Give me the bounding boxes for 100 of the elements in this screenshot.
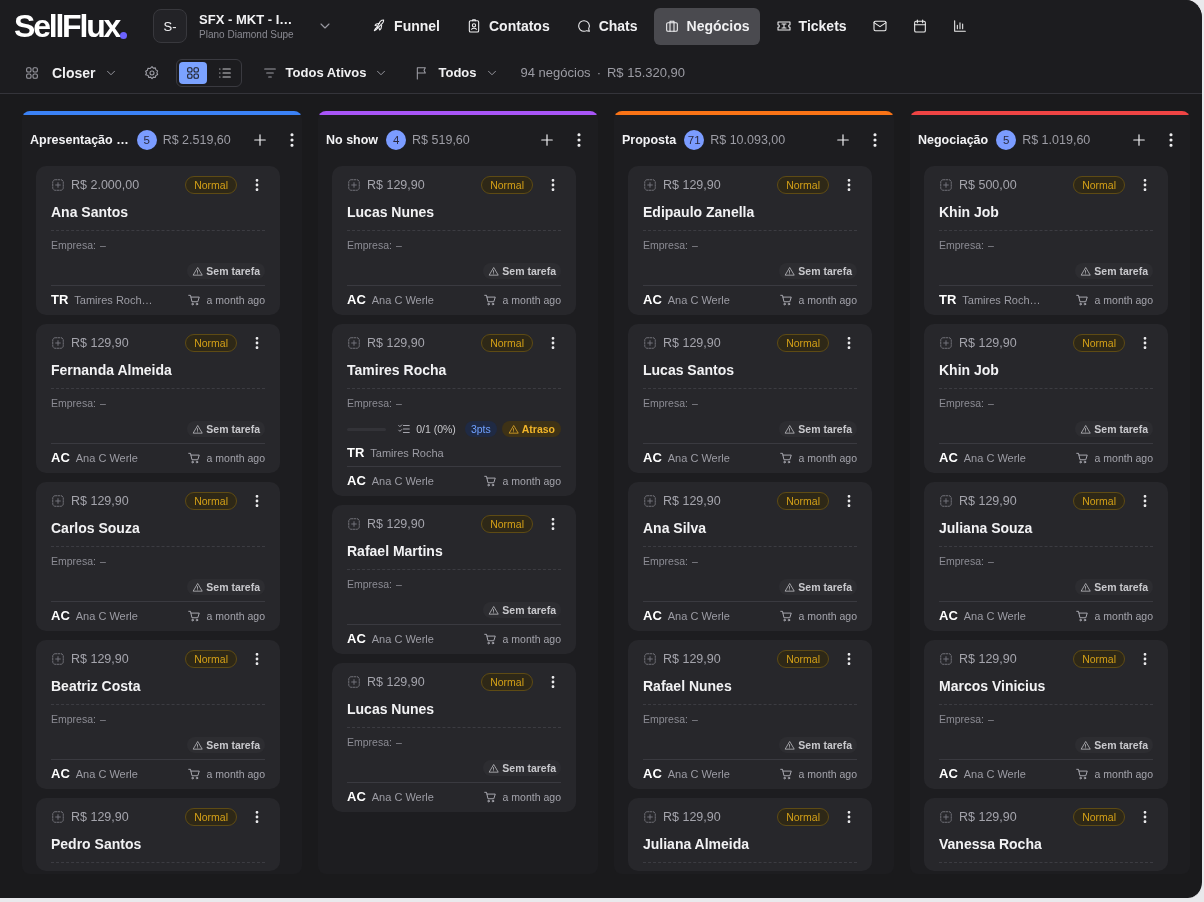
task-tag: Sem tarefa <box>483 760 561 776</box>
task-tag: Sem tarefa <box>779 421 857 437</box>
cart-icon <box>778 608 793 623</box>
warning-icon <box>1080 423 1092 435</box>
column-title: Negociação <box>918 133 989 147</box>
deal-card[interactable]: R$ 129,90 Normal Tamires Rocha Empresa: – 0/1 (0%) 3pts Atraso TR Tamires Rocha AC Ana C Werle a month ago <box>332 324 576 496</box>
deal-count: 94 negócios <box>520 65 591 80</box>
nav-tab[interactable]: Chats <box>565 7 648 45</box>
time-ago: a month ago <box>502 632 561 645</box>
deal-value: R$ 129,90 <box>663 178 721 192</box>
owner-initials: AC <box>939 766 958 781</box>
company-label: Empresa: <box>939 555 984 567</box>
deal-name: Fernanda Almeida <box>51 362 173 378</box>
deal-card[interactable]: R$ 129,90 Normal Lucas Nunes Empresa: – Sem tarefa AC Ana C Werle a month ago <box>332 663 576 812</box>
task-tag: Sem tarefa <box>187 579 265 595</box>
nav-tab[interactable]: Negócios <box>653 7 760 45</box>
add-box-icon <box>643 652 657 666</box>
time-ago: a month ago <box>502 474 561 487</box>
nav-tab[interactable]: Funnel <box>361 7 450 45</box>
deal-name: Rafael Martins <box>347 543 444 559</box>
pipeline-selector[interactable]: Closer <box>24 64 118 81</box>
deal-card[interactable]: R$ 129,90 Normal Fernanda Almeida Empresa: – Sem tarefa AC Ana C Werle a month ago <box>36 324 280 473</box>
deal-value: R$ 129,90 <box>367 178 425 192</box>
cart-icon <box>1074 608 1089 623</box>
count-badge: 71 <box>684 130 705 150</box>
deal-card[interactable]: R$ 129,90 Normal Pedro Santos <box>36 798 280 871</box>
task-tag: Sem tarefa <box>1075 421 1153 437</box>
add-icon[interactable] <box>538 131 556 149</box>
priority-tag: Normal <box>185 176 237 194</box>
cart-icon <box>482 473 497 488</box>
owner-initials: TR <box>51 292 69 307</box>
ticket-icon <box>775 18 792 34</box>
deal-card[interactable]: R$ 129,90 Normal Khin Job Empresa: – Sem tarefa AC Ana C Werle a month ago <box>924 324 1168 473</box>
deal-card[interactable]: R$ 129,90 Normal Rafael Martins Empresa: – Sem tarefa AC Ana C Werle a month ago <box>332 505 576 654</box>
deal-card[interactable]: R$ 129,90 Normal Juliana Souza Empresa: – Sem tarefa AC Ana C Werle a month ago <box>924 482 1168 631</box>
deal-name: Ana Silva <box>643 520 708 536</box>
add-icon[interactable] <box>834 131 852 149</box>
add-box-icon <box>51 810 65 824</box>
nav-tab[interactable]: Tickets <box>765 7 857 45</box>
add-icon[interactable] <box>1130 131 1148 149</box>
owner-initials: AC <box>51 608 70 623</box>
owner-name: Ana C Werle <box>667 767 730 780</box>
deal-card[interactable]: R$ 129,90 Normal Lucas Nunes Empresa: – Sem tarefa AC Ana C Werle a month ago <box>332 166 576 315</box>
settings-icon[interactable] <box>143 64 160 81</box>
owner-initials: AC <box>643 608 662 623</box>
time-ago: a month ago <box>1094 609 1153 622</box>
nav-tab[interactable]: Contatos <box>456 7 560 45</box>
deal-name: Lucas Nunes <box>347 701 436 717</box>
company-label: Empresa: <box>939 713 984 725</box>
warning-icon <box>784 581 796 593</box>
time-ago: a month ago <box>1094 293 1153 306</box>
cart-icon <box>778 450 793 465</box>
deal-card[interactable]: R$ 129,90 Normal Beatriz Costa Empresa: – Sem tarefa AC Ana C Werle a month ago <box>36 640 280 789</box>
deal-card[interactable]: R$ 129,90 Normal Carlos Souza Empresa: – Sem tarefa AC Ana C Werle a month ago <box>36 482 280 631</box>
deal-card[interactable]: R$ 2.000,00 Normal Ana Santos Empresa: – Sem tarefa TR Tamires Roch… a month ago <box>36 166 280 315</box>
deal-card[interactable]: R$ 129,90 Normal Juliana Almeida <box>628 798 872 871</box>
time-ago: a month ago <box>206 767 265 780</box>
workspace-avatar: S- <box>153 9 188 43</box>
deal-card[interactable]: R$ 129,90 Normal Marcos Vinicius Empresa: – Sem tarefa AC Ana C Werle a month ago <box>924 640 1168 789</box>
warning-icon <box>1080 739 1092 751</box>
cart-icon <box>778 766 793 781</box>
owner-name: Ana C Werle <box>75 609 138 622</box>
deal-name: Rafael Nunes <box>643 678 733 694</box>
flag-filter[interactable]: Todos <box>414 64 499 81</box>
company-value: – <box>99 239 106 251</box>
status-filter[interactable]: Todos Ativos <box>261 64 389 81</box>
task-tag: Sem tarefa <box>1075 737 1153 753</box>
add-box-icon <box>643 178 657 192</box>
owner-name: Ana C Werle <box>75 767 138 780</box>
deal-name: Edipaulo Zanella <box>643 204 756 220</box>
deal-value: R$ 129,90 <box>367 336 425 350</box>
column-title: No show <box>326 133 379 147</box>
add-box-icon <box>51 178 65 192</box>
cart-icon <box>1074 450 1089 465</box>
deal-card[interactable]: R$ 129,90 Normal Rafael Nunes Empresa: – Sem tarefa AC Ana C Werle a month ago <box>628 640 872 789</box>
time-ago: a month ago <box>502 293 561 306</box>
deal-card[interactable]: R$ 500,00 Normal Khin Job Empresa: – Sem tarefa TR Tamires Roch… a month ago <box>924 166 1168 315</box>
logo: SellFlux <box>14 10 128 42</box>
deal-value: R$ 500,00 <box>959 178 1017 192</box>
task-tag: Sem tarefa <box>187 737 265 753</box>
owner-initials: AC <box>347 789 366 804</box>
grid-view-icon[interactable] <box>178 61 207 84</box>
owner-name: Tamires Roch… <box>74 293 153 306</box>
owner-initials: AC <box>347 292 366 307</box>
owner-name: Ana C Werle <box>963 767 1026 780</box>
owner-name: Ana C Werle <box>75 451 138 464</box>
deal-card[interactable]: R$ 129,90 Normal Lucas Santos Empresa: – Sem tarefa AC Ana C Werle a month ago <box>628 324 872 473</box>
deal-card[interactable]: R$ 129,90 Normal Ana Silva Empresa: – Sem tarefa AC Ana C Werle a month ago <box>628 482 872 631</box>
company-value: – <box>691 713 698 725</box>
deal-card[interactable]: R$ 129,90 Normal Vanessa Rocha <box>924 798 1168 871</box>
deal-name: Ana Santos <box>51 204 129 220</box>
deal-value: R$ 129,90 <box>367 675 425 689</box>
deal-name: Lucas Nunes <box>347 204 436 220</box>
deal-card[interactable]: R$ 129,90 Normal Edipaulo Zanella Empresa: – Sem tarefa AC Ana C Werle a month ago <box>628 166 872 315</box>
company-value: – <box>99 555 106 567</box>
contact-name: Tamires Rocha <box>370 446 444 459</box>
checklist-count: 0/1 (0%) <box>416 423 456 435</box>
company-value: – <box>395 578 402 590</box>
company-label: Empresa: <box>51 555 96 567</box>
workspace-switcher[interactable]: S- SFX - MKT - I… Plano Diamond Supe <box>153 9 334 43</box>
